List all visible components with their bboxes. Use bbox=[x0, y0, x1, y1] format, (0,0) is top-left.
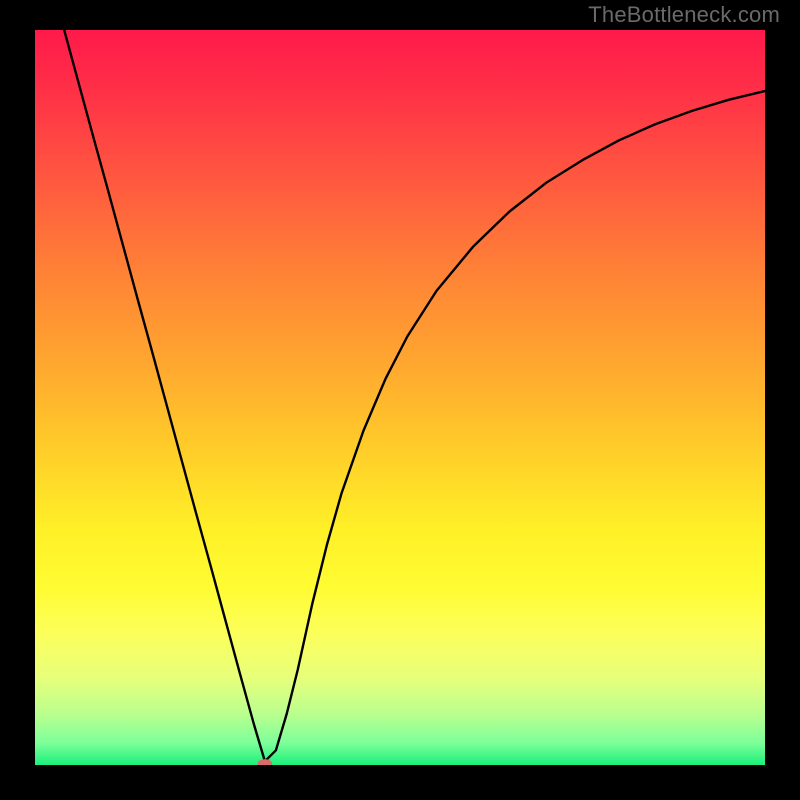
minimum-marker bbox=[258, 759, 273, 765]
bottleneck-curve bbox=[64, 30, 765, 761]
plot-area bbox=[35, 30, 765, 765]
attribution-text: TheBottleneck.com bbox=[588, 2, 780, 28]
chart-svg bbox=[35, 30, 765, 765]
chart-container: { "attribution": "TheBottleneck.com", "c… bbox=[0, 0, 800, 800]
